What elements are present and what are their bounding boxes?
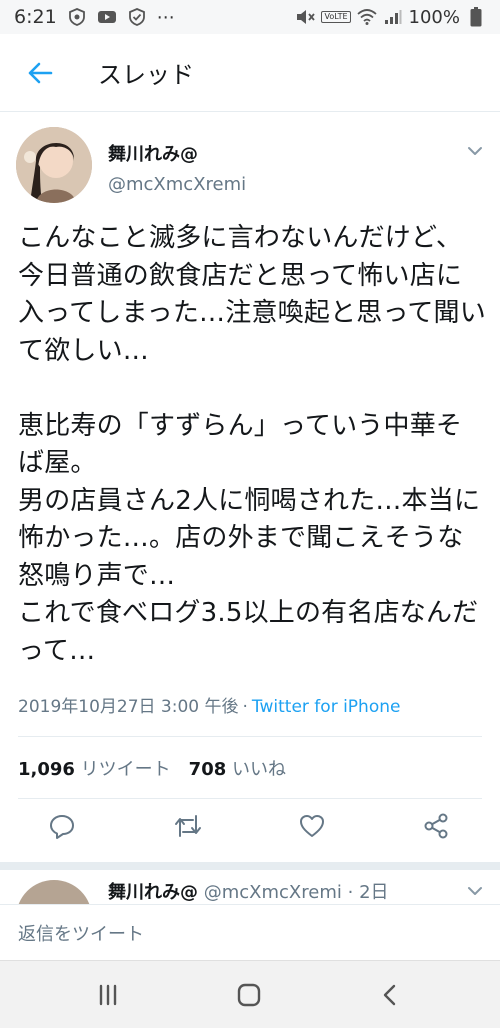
home-button[interactable] bbox=[229, 975, 269, 1015]
like-stat[interactable]: 708 いいね bbox=[189, 759, 286, 780]
next-tweet-menu-button[interactable] bbox=[464, 880, 486, 902]
retweet-stat[interactable]: 1,096 リツイート bbox=[18, 759, 171, 780]
tweet-menu-button[interactable] bbox=[464, 140, 486, 162]
verified-shield-icon bbox=[127, 7, 147, 27]
meta-separator: · bbox=[242, 697, 248, 717]
tweet-text: こんなこと滅多に言わないんだけど、今日普通の飲食店だと思って怖い店に入ってしまっ… bbox=[18, 223, 486, 666]
next-author-handle: @mcXmcXremi bbox=[203, 882, 342, 903]
like-label: いいね bbox=[231, 759, 286, 780]
volte-badge: VoLTE bbox=[321, 11, 351, 23]
status-bar: 6:21 ⋯ VoLTE 100% bbox=[0, 0, 500, 34]
divider bbox=[18, 798, 482, 799]
home-icon bbox=[237, 983, 261, 1007]
author-handle[interactable]: @mcXmcXremi bbox=[108, 174, 246, 195]
page-title: スレッド bbox=[98, 61, 194, 89]
next-author-name: 舞川れみ@ bbox=[108, 882, 198, 903]
mute-icon bbox=[295, 7, 316, 27]
shield-icon bbox=[67, 7, 87, 27]
back-chevron-icon bbox=[383, 984, 396, 1006]
system-back-button[interactable] bbox=[370, 975, 410, 1015]
next-tweet-age: 2日 bbox=[359, 882, 389, 903]
retweet-button[interactable] bbox=[168, 806, 208, 846]
tweet-meta: 2019年10月27日 3:00 午後 · Twitter for iPhone bbox=[18, 692, 400, 717]
tweet-author-row: 舞川れみ@ @mcXmcXremi bbox=[0, 112, 500, 212]
app-header: スレッド bbox=[0, 34, 500, 112]
retweet-label: リツイート bbox=[80, 759, 171, 780]
author-name[interactable]: 舞川れみ@ bbox=[108, 140, 198, 166]
signal-icon bbox=[383, 7, 403, 27]
reply-icon bbox=[50, 815, 74, 839]
divider bbox=[18, 736, 482, 737]
battery-icon bbox=[466, 7, 486, 27]
wifi-icon bbox=[356, 7, 377, 27]
reply-input[interactable]: 返信をツイート bbox=[18, 920, 144, 946]
next-tweet-author: 舞川れみ@ @mcXmcXremi · 2日 bbox=[108, 878, 389, 904]
like-button[interactable] bbox=[292, 806, 332, 846]
next-separator: · bbox=[347, 882, 354, 903]
like-count: 708 bbox=[188, 759, 227, 780]
recent-apps-button[interactable] bbox=[88, 975, 128, 1015]
tweet-source-link[interactable]: Twitter for iPhone bbox=[252, 697, 401, 717]
back-arrow-icon bbox=[28, 62, 53, 83]
reply-button[interactable] bbox=[42, 806, 82, 846]
section-divider bbox=[0, 862, 500, 870]
back-button[interactable] bbox=[12, 45, 68, 101]
status-time: 6:21 bbox=[14, 6, 57, 28]
share-button[interactable] bbox=[416, 806, 456, 846]
battery-percent: 100% bbox=[408, 6, 460, 28]
retweet-icon bbox=[175, 815, 201, 837]
tweet-stats: 1,096 リツイート 708 いいね bbox=[18, 755, 286, 781]
heart-icon bbox=[300, 815, 324, 837]
tweet-timestamp[interactable]: 2019年10月27日 3:00 午後 bbox=[18, 697, 239, 717]
youtube-icon bbox=[97, 7, 117, 27]
more-notifications-icon: ⋯ bbox=[156, 6, 175, 28]
system-nav-bar bbox=[0, 960, 500, 1028]
chevron-down-icon bbox=[468, 147, 482, 155]
tweet-actions bbox=[0, 802, 500, 858]
reply-bar: 返信をツイート bbox=[0, 904, 500, 960]
main-tweet: 舞川れみ@ @mcXmcXremi こんなこと滅多に言わないんだけど、今日普通の… bbox=[0, 112, 500, 839]
retweet-count: 1,096 bbox=[18, 759, 75, 780]
share-icon bbox=[424, 813, 448, 839]
chevron-down-icon bbox=[468, 887, 482, 895]
recent-apps-icon bbox=[99, 984, 117, 1006]
avatar[interactable] bbox=[16, 127, 92, 203]
